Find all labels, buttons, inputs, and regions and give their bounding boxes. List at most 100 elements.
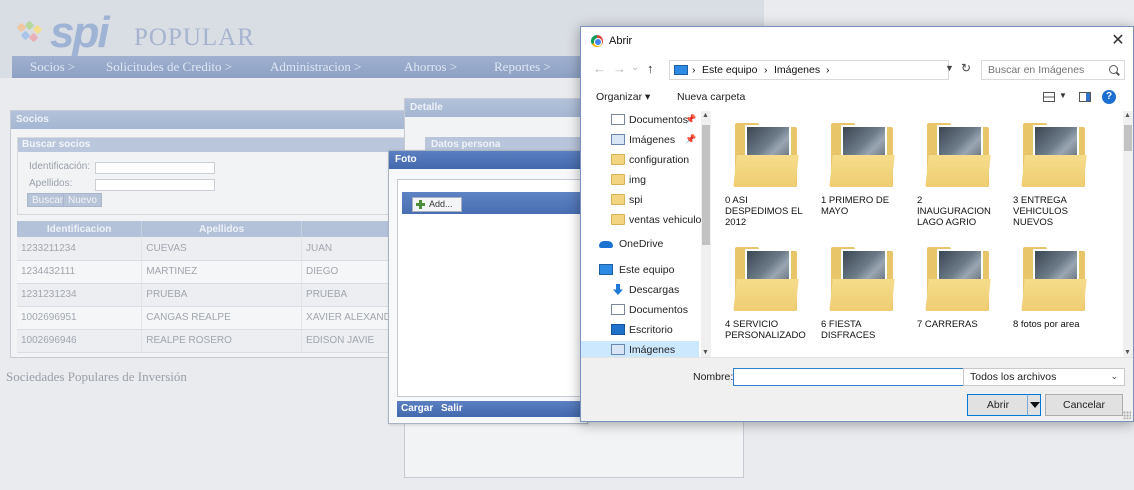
scroll-down-icon[interactable]: ▼ <box>702 349 709 356</box>
nav-item-onedrive[interactable]: OneDrive <box>581 235 699 255</box>
cell-identificacion: 1231231234 <box>17 283 143 307</box>
folder-name: 4 SERVICIO PERSONALIZADO <box>725 319 806 341</box>
scroll-up-icon[interactable]: ▲ <box>702 112 709 119</box>
folder-item[interactable]: 4 SERVICIO PERSONALIZADO <box>721 235 811 350</box>
identificacion-input[interactable] <box>95 162 215 174</box>
cargar-button[interactable]: Cargar <box>401 403 433 414</box>
scroll-down-icon[interactable]: ▼ <box>1124 349 1131 356</box>
breadcrumb-este-equipo[interactable]: Este equipo <box>702 64 757 76</box>
back-arrow-icon[interactable]: ← <box>593 61 606 76</box>
add-file-button[interactable]: Add... <box>412 197 462 212</box>
menu-socios[interactable]: Socios > <box>30 59 75 75</box>
folder-item[interactable]: 8 fotos por area <box>1009 235 1099 350</box>
view-dropdown-icon[interactable]: ▼ <box>1059 91 1067 100</box>
table-row[interactable]: 1002696946 REALPE ROSERO EDISON JAVIE <box>17 329 412 353</box>
nav-item-spi[interactable]: spi <box>581 191 699 211</box>
cell-apellidos: MARTINEZ <box>141 260 303 284</box>
scrollbar-thumb[interactable] <box>1124 125 1132 151</box>
nav-item-este-equipo[interactable]: Este equipo <box>581 261 699 281</box>
nav-item-imagenes-pinned[interactable]: Imágenes 📌 <box>581 131 699 151</box>
close-icon[interactable]: ✕ <box>1107 30 1129 52</box>
filename-combobox[interactable]: ⌄ <box>733 368 985 386</box>
apellidos-input[interactable] <box>95 179 215 191</box>
buscar-button[interactable]: Buscar <box>27 193 69 207</box>
organize-menu-button[interactable]: Organizar ▾ <box>596 91 650 103</box>
document-icon <box>611 114 625 125</box>
scroll-up-icon[interactable]: ▲ <box>1124 112 1131 119</box>
folder-icon <box>827 121 897 191</box>
nav-item-documentos-pinned[interactable]: Documentos 📌 <box>581 111 699 131</box>
table-row[interactable]: 1231231234 PRUEBA PRUEBA <box>17 283 412 307</box>
nav-item-label: OneDrive <box>619 238 664 250</box>
breadcrumb-separator: › <box>764 64 768 76</box>
folder-icon <box>1019 121 1089 191</box>
menu-reportes[interactable]: Reportes > <box>494 59 551 75</box>
address-bar[interactable]: › Este equipo › Imágenes › <box>669 60 949 80</box>
nuevo-button[interactable]: Nuevo <box>63 193 102 207</box>
nav-item-descargas[interactable]: Descargas <box>581 281 699 301</box>
nav-item-documentos[interactable]: Documentos <box>581 301 699 321</box>
dropdown-arrow-icon <box>1030 402 1040 408</box>
table-row[interactable]: 1233211234 CUEVAS JUAN <box>17 237 412 261</box>
cell-identificacion: 1234432111 <box>17 260 143 284</box>
pin-icon: 📌 <box>685 114 697 124</box>
help-icon[interactable]: ? <box>1102 90 1116 104</box>
table-row[interactable]: 1002696951 CANGAS REALPE XAVIER ALEXANDE <box>17 306 412 330</box>
column-header-apellidos[interactable]: Apellidos <box>141 221 303 237</box>
menu-solicitudes-credito[interactable]: Solicitudes de Credito > <box>106 59 232 75</box>
nav-item-img[interactable]: img <box>581 171 699 191</box>
file-list-scrollbar[interactable]: ▲ ▼ <box>1123 111 1133 357</box>
nav-item-label: img <box>629 174 646 186</box>
refresh-icon[interactable]: ↻ <box>961 61 971 75</box>
column-header-identificacion[interactable]: Identificacion <box>17 221 143 237</box>
socios-panel-title: Socios <box>11 111 414 129</box>
nav-item-escritorio[interactable]: Escritorio <box>581 321 699 341</box>
preview-pane-icon[interactable] <box>1079 92 1091 102</box>
cell-apellidos: CANGAS REALPE <box>141 306 303 330</box>
document-icon <box>611 304 625 315</box>
forward-arrow-icon[interactable]: → <box>613 61 626 76</box>
breadcrumb-imagenes[interactable]: Imágenes <box>774 64 820 76</box>
folder-item[interactable]: 1 PRIMERO DE MAYO <box>817 111 907 226</box>
cancel-button[interactable]: Cancelar <box>1045 394 1123 416</box>
folder-icon <box>1019 245 1089 315</box>
resize-grip-icon[interactable] <box>1123 411 1131 419</box>
pictures-icon <box>611 134 625 145</box>
breadcrumb-separator: › <box>826 64 830 76</box>
address-dropdown-icon[interactable]: ▼ <box>945 63 954 73</box>
folder-item[interactable]: 0 ASI DESPEDIMOS EL 2012 <box>721 111 811 228</box>
open-button[interactable]: Abrir <box>967 394 1029 416</box>
new-folder-button[interactable]: Nueva carpeta <box>677 91 745 103</box>
logo-mark-icon <box>14 20 48 50</box>
folder-item[interactable]: 2 INAUGURACION LAGO AGRIO <box>913 111 1003 228</box>
folder-item[interactable]: 7 CARRERAS <box>913 235 1003 350</box>
recent-locations-icon[interactable]: ⌄ <box>631 62 639 73</box>
logo-spi-text: spi <box>50 8 110 57</box>
search-box[interactable] <box>981 60 1125 80</box>
search-input[interactable] <box>988 63 1098 77</box>
menu-administracion[interactable]: Administracion > <box>270 59 361 75</box>
menu-ahorros[interactable]: Ahorros > <box>404 59 457 75</box>
filename-input[interactable] <box>737 370 963 384</box>
pin-icon: 📌 <box>685 134 697 144</box>
nav-item-label: Imágenes <box>629 134 676 146</box>
file-type-select[interactable]: Todos los archivos ⌄ <box>963 368 1125 386</box>
view-options-icon[interactable] <box>1043 92 1055 102</box>
onedrive-icon <box>599 241 613 248</box>
dialog-title: Abrir <box>609 35 633 47</box>
navigation-pane-scrollbar[interactable]: ▲ ▼ <box>701 111 711 357</box>
folder-item[interactable]: 3 ENTREGA VEHICULOS NUEVOS <box>1009 111 1099 228</box>
up-arrow-icon[interactable]: ↑ <box>647 61 654 76</box>
nav-item-label: spi <box>629 194 643 206</box>
dialog-titlebar[interactable]: Abrir ✕ <box>581 27 1133 55</box>
folder-item[interactable]: 6 FIESTA DISFRACES <box>817 235 907 350</box>
nav-item-configuration[interactable]: configuration <box>581 151 699 171</box>
folder-icon <box>731 121 801 191</box>
folder-icon <box>611 174 625 185</box>
nav-item-ventas-vehiculo[interactable]: ventas vehiculo <box>581 211 701 231</box>
scrollbar-thumb[interactable] <box>702 125 710 245</box>
nav-item-imagenes[interactable]: Imágenes <box>581 341 699 357</box>
table-row[interactable]: 1234432111 MARTINEZ DIEGO <box>17 260 412 284</box>
salir-button[interactable]: Salir <box>441 403 463 414</box>
open-options-dropdown[interactable] <box>1027 394 1041 416</box>
